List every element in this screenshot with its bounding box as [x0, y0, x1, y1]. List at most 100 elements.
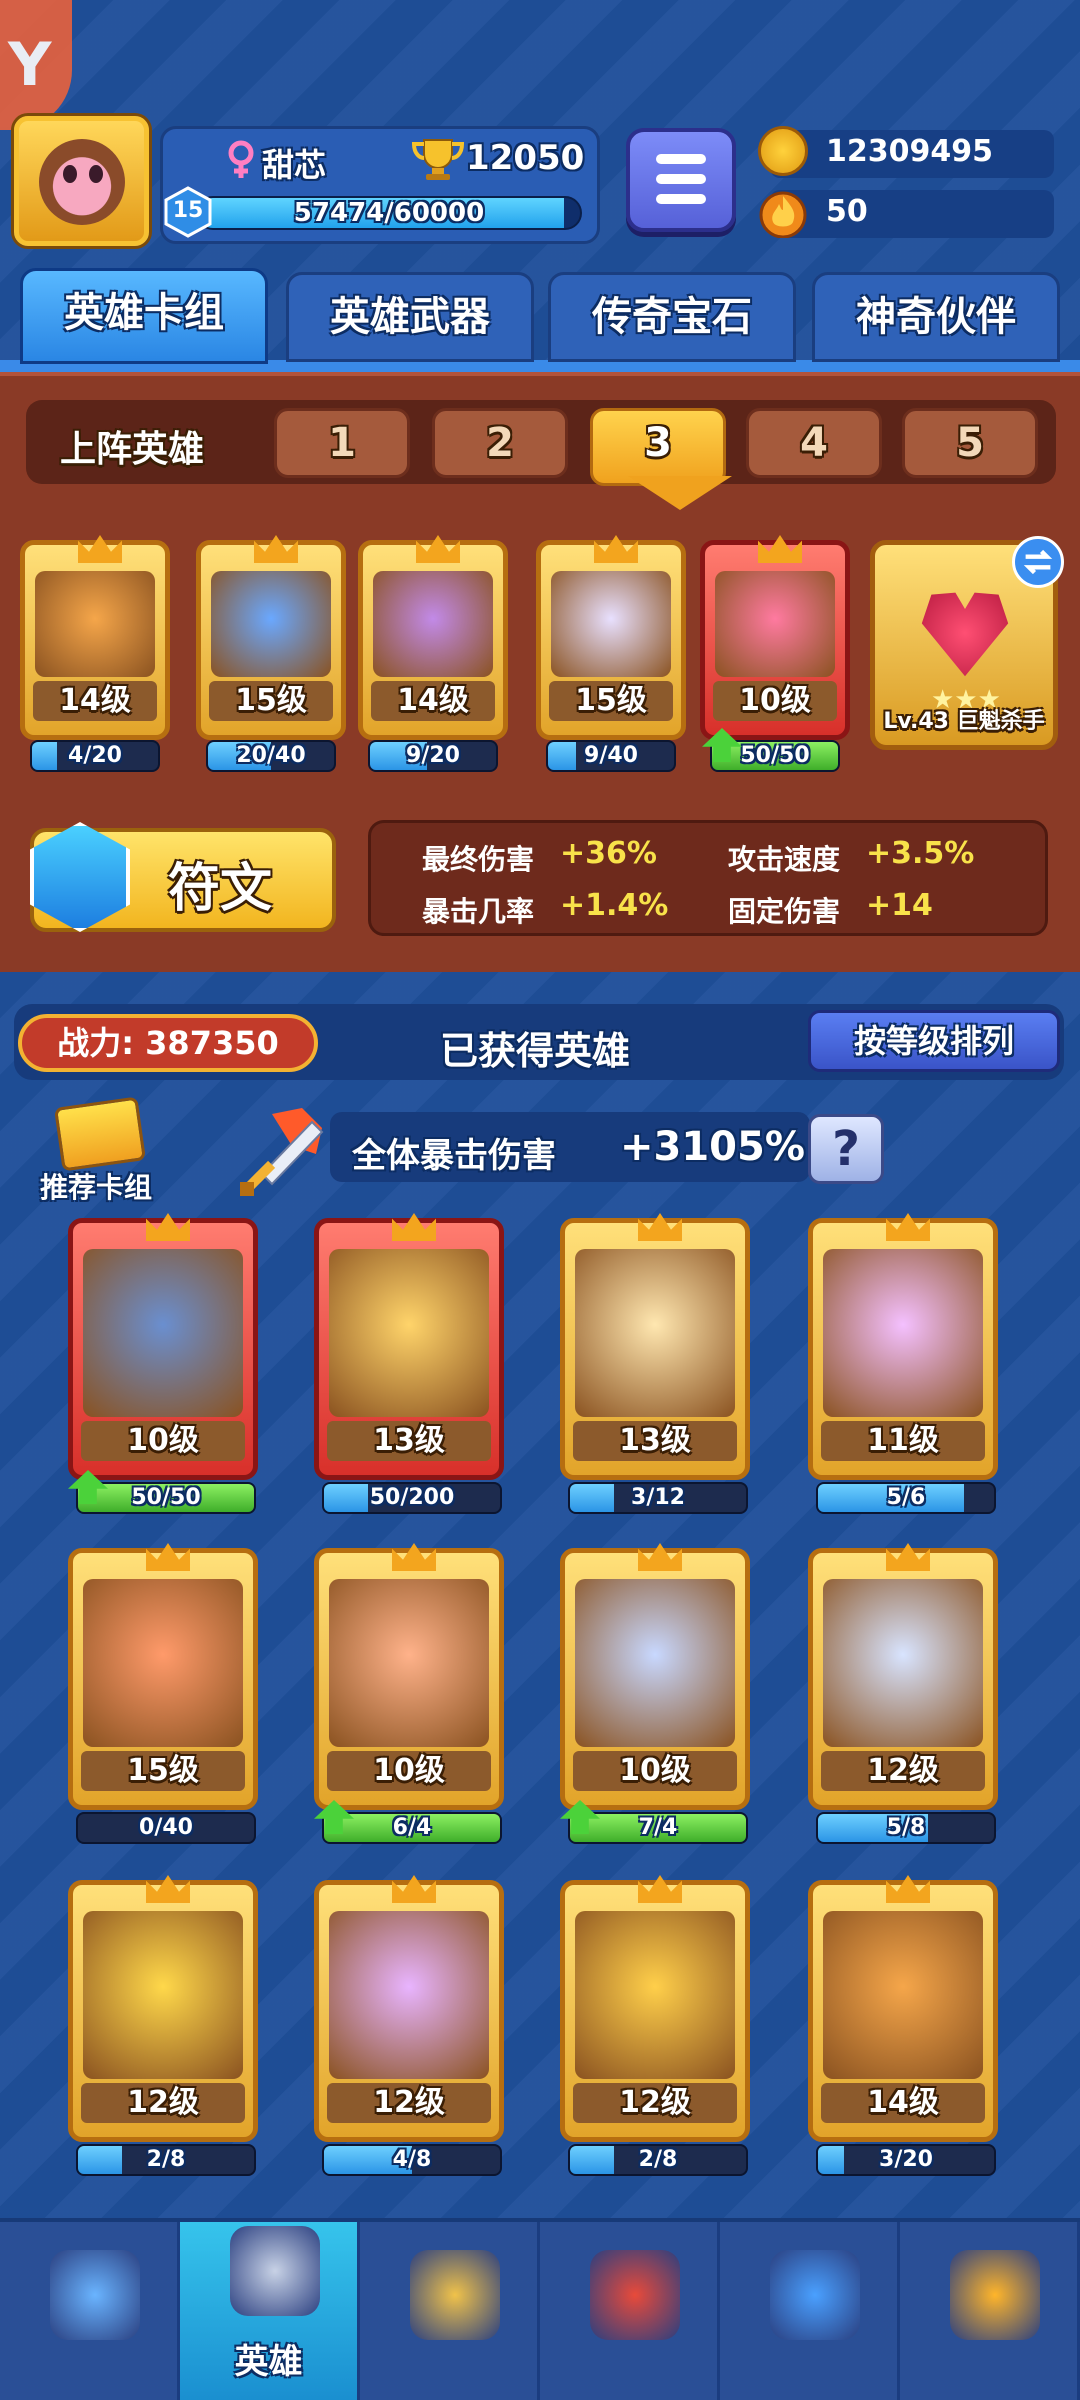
nav-treasure-chest[interactable]: [0, 2222, 180, 2400]
hero-portrait: [823, 1911, 983, 2079]
swap-icon[interactable]: [1012, 536, 1064, 588]
owned-hero-card[interactable]: 12级: [560, 1875, 750, 2142]
hero-level: 13级: [573, 1421, 737, 1461]
owned-hero-card[interactable]: 10级: [560, 1543, 750, 1810]
help-button[interactable]: ?: [808, 1114, 884, 1184]
hero-level: 14级: [821, 2083, 985, 2123]
owned-hero-card[interactable]: 10级: [314, 1543, 504, 1810]
stat-name: 攻击速度: [728, 843, 841, 876]
hero-shard-text: 2/8: [146, 2147, 186, 2172]
hero-level: 15级: [549, 681, 673, 721]
hero-portrait: [823, 1579, 983, 1747]
stat-name: 暴击几率: [422, 895, 535, 928]
hero-shard-progress: 5/8: [816, 1812, 996, 1844]
lineup-hero-card[interactable]: 14级: [358, 535, 508, 740]
lineup-hero-card[interactable]: 14级: [20, 535, 170, 740]
avatar[interactable]: [14, 116, 149, 246]
corner-logo: Y: [0, 0, 72, 130]
owned-heroes-title: 已获得英雄: [440, 1029, 631, 1073]
trophy-count: 12050: [466, 138, 585, 178]
stat-value: +14: [866, 888, 933, 923]
hero-shard-progress: 3/20: [816, 2144, 996, 2176]
lineup-slot-3[interactable]: 3: [590, 408, 726, 486]
social-board-icon: [770, 2250, 860, 2340]
coin-icon: [758, 126, 808, 176]
crown-icon: [416, 535, 460, 563]
nav-crossed-swords[interactable]: [360, 2222, 540, 2400]
nav-crown-shield[interactable]: [540, 2222, 720, 2400]
owned-hero-card[interactable]: 12级: [808, 1543, 998, 1810]
hero-shard-text: 3/12: [631, 1485, 685, 1510]
owned-hero-card[interactable]: 14级: [808, 1875, 998, 2142]
hero-shard-text: 9/20: [406, 743, 460, 768]
nav-social-board[interactable]: [720, 2222, 900, 2400]
hero-level: 10级: [573, 1751, 737, 1791]
hero-shard-progress: 4/20: [30, 740, 160, 772]
lineup-slot-4[interactable]: 4: [746, 408, 882, 478]
lineup-slot-2[interactable]: 2: [432, 408, 568, 478]
hero-shard-text: 5/8: [886, 1815, 926, 1840]
hero-level: 12级: [821, 1751, 985, 1791]
hero-portrait: [575, 1249, 735, 1417]
hero-shard-progress: 2/8: [568, 2144, 748, 2176]
owned-hero-card[interactable]: 12级: [314, 1875, 504, 2142]
hero-level: 15级: [209, 681, 333, 721]
hero-portrait: [83, 1911, 243, 2079]
hero-shard-text: 3/20: [879, 2147, 933, 2172]
owned-hero-card[interactable]: 13级: [560, 1213, 750, 1480]
sort-by-level-button[interactable]: 按等级排列: [808, 1010, 1060, 1072]
owned-hero-card[interactable]: 11级: [808, 1213, 998, 1480]
lineup-hero-card[interactable]: 15级: [196, 535, 346, 740]
active-slot-pointer: [628, 476, 732, 510]
crown-icon: [146, 1875, 190, 1903]
compass-icon: [950, 2250, 1040, 2340]
hero-level: 10级: [81, 1421, 245, 1461]
player-level: 15: [162, 186, 214, 238]
hero-portrait: [211, 571, 331, 677]
crown-icon: [638, 1213, 682, 1241]
owned-hero-card[interactable]: 15级: [68, 1543, 258, 1810]
sword-icon: [240, 1108, 324, 1196]
lineup-hero-card[interactable]: 15级: [536, 535, 686, 740]
stat-value: +36%: [560, 836, 657, 871]
owned-hero-card[interactable]: 13级: [314, 1213, 504, 1480]
owned-hero-card[interactable]: 12级: [68, 1875, 258, 2142]
hero-portrait: [329, 1249, 489, 1417]
nav-knight-helmet[interactable]: 英雄: [180, 2222, 360, 2400]
hero-level: 12级: [327, 2083, 491, 2123]
owned-hero-card[interactable]: 10级: [68, 1213, 258, 1480]
stat-name: 固定伤害: [728, 895, 841, 928]
tab-hero-deck[interactable]: 英雄卡组: [20, 268, 268, 364]
hero-portrait: [823, 1249, 983, 1417]
recommended-deck-icon[interactable]: [53, 1096, 147, 1172]
hero-level: 11级: [821, 1421, 985, 1461]
lineup-hero-card[interactable]: 10级: [700, 535, 850, 740]
crown-icon: [392, 1875, 436, 1903]
tab-legend-gems[interactable]: 传奇宝石: [548, 272, 796, 362]
recommended-deck-label[interactable]: 推荐卡组: [40, 1166, 152, 1206]
crown-icon: [146, 1543, 190, 1571]
hero-shard-text: 4/20: [68, 743, 122, 768]
hero-level: 14级: [33, 681, 157, 721]
lineup-slot-5[interactable]: 5: [902, 408, 1038, 478]
nav-label: 英雄: [234, 2342, 303, 2382]
hero-shard-progress: 9/40: [546, 740, 676, 772]
energy-count: 50: [826, 194, 868, 229]
hero-portrait: [715, 571, 835, 677]
xp-bar: 57474/60000: [196, 196, 582, 230]
nav-compass[interactable]: [900, 2222, 1080, 2400]
menu-button[interactable]: [626, 128, 736, 232]
tab-hero-weapons[interactable]: 英雄武器: [286, 272, 534, 362]
hero-shard-text: 5/6: [886, 1485, 926, 1510]
lineup-slot-1[interactable]: 1: [274, 408, 410, 478]
knight-helmet-icon: [230, 2226, 320, 2316]
hero-shard-text: 9/40: [584, 743, 638, 768]
coin-count: 12309495: [826, 134, 993, 169]
hero-level: 15级: [81, 1751, 245, 1791]
crown-icon: [886, 1543, 930, 1571]
hero-level: 10级: [327, 1751, 491, 1791]
hero-shard-progress: 9/20: [368, 740, 498, 772]
tab-magic-partners[interactable]: 神奇伙伴: [812, 272, 1060, 362]
crown-icon: [758, 535, 802, 563]
hero-level: 10级: [713, 681, 837, 721]
